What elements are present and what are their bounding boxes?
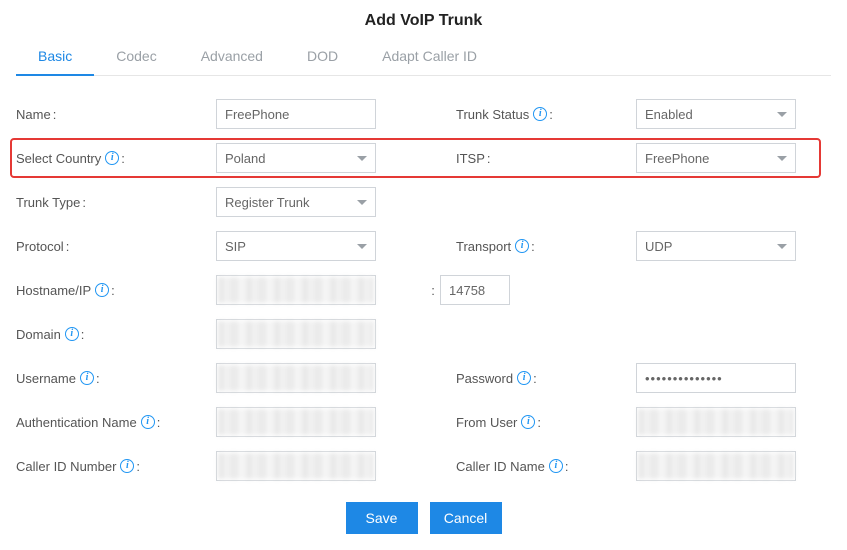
- transport-select[interactable]: UDP: [636, 231, 796, 261]
- chevron-down-icon: [777, 156, 787, 161]
- page-title: Add VoIP Trunk: [16, 12, 831, 30]
- chevron-down-icon: [357, 156, 367, 161]
- protocol-value: SIP: [225, 239, 246, 254]
- label-hostname-ip: Hostname/IP: [16, 283, 91, 298]
- password-input[interactable]: ••••••••••••••: [636, 363, 796, 393]
- caller-id-name-input[interactable]: [636, 451, 796, 481]
- label-username: Username: [16, 371, 76, 386]
- caller-id-number-input[interactable]: [216, 451, 376, 481]
- tab-basic[interactable]: Basic: [16, 38, 94, 76]
- info-icon[interactable]: i: [120, 459, 134, 473]
- label-from-user: From User: [456, 415, 517, 430]
- password-value: ••••••••••••••: [645, 371, 723, 386]
- label-caller-id-name: Caller ID Name: [456, 459, 545, 474]
- info-icon[interactable]: i: [141, 415, 155, 429]
- itsp-select[interactable]: FreePhone: [636, 143, 796, 173]
- label-trunk-status: Trunk Status: [456, 107, 529, 122]
- chevron-down-icon: [357, 200, 367, 205]
- label-name: Name: [16, 107, 51, 122]
- info-icon[interactable]: i: [105, 151, 119, 165]
- trunk-status-select[interactable]: Enabled: [636, 99, 796, 129]
- info-icon[interactable]: i: [521, 415, 535, 429]
- tab-dod[interactable]: DOD: [285, 38, 360, 75]
- save-button[interactable]: Save: [346, 502, 418, 534]
- port-separator: :: [431, 283, 435, 298]
- label-protocol: Protocol: [16, 239, 64, 254]
- select-country-select[interactable]: Poland: [216, 143, 376, 173]
- label-transport: Transport: [456, 239, 511, 254]
- port-input[interactable]: [440, 275, 510, 305]
- transport-value: UDP: [645, 239, 672, 254]
- label-trunk-type: Trunk Type: [16, 195, 80, 210]
- chevron-down-icon: [777, 112, 787, 117]
- info-icon[interactable]: i: [533, 107, 547, 121]
- domain-input[interactable]: [216, 319, 376, 349]
- label-auth-name: Authentication Name: [16, 415, 137, 430]
- itsp-value: FreePhone: [645, 151, 709, 166]
- cancel-button[interactable]: Cancel: [430, 502, 502, 534]
- label-itsp: ITSP: [456, 151, 485, 166]
- label-domain: Domain: [16, 327, 61, 342]
- trunk-type-select[interactable]: Register Trunk: [216, 187, 376, 217]
- tab-advanced[interactable]: Advanced: [179, 38, 285, 75]
- select-country-value: Poland: [225, 151, 265, 166]
- label-caller-id-number: Caller ID Number: [16, 459, 116, 474]
- info-icon[interactable]: i: [515, 239, 529, 253]
- auth-name-input[interactable]: [216, 407, 376, 437]
- tab-codec[interactable]: Codec: [94, 38, 178, 75]
- trunk-type-value: Register Trunk: [225, 195, 310, 210]
- label-select-country: Select Country: [16, 151, 101, 166]
- tab-adapt-caller-id[interactable]: Adapt Caller ID: [360, 38, 499, 75]
- name-input[interactable]: [216, 99, 376, 129]
- info-icon[interactable]: i: [549, 459, 563, 473]
- label-password: Password: [456, 371, 513, 386]
- info-icon[interactable]: i: [95, 283, 109, 297]
- form-basic: Name: Trunk Status i : Enabled Sel: [16, 76, 831, 534]
- info-icon[interactable]: i: [80, 371, 94, 385]
- chevron-down-icon: [777, 244, 787, 249]
- info-icon[interactable]: i: [65, 327, 79, 341]
- info-icon[interactable]: i: [517, 371, 531, 385]
- username-input[interactable]: [216, 363, 376, 393]
- tabs: Basic Codec Advanced DOD Adapt Caller ID: [16, 38, 831, 76]
- protocol-select[interactable]: SIP: [216, 231, 376, 261]
- hostname-ip-input[interactable]: [216, 275, 376, 305]
- from-user-input[interactable]: [636, 407, 796, 437]
- chevron-down-icon: [357, 244, 367, 249]
- trunk-status-value: Enabled: [645, 107, 693, 122]
